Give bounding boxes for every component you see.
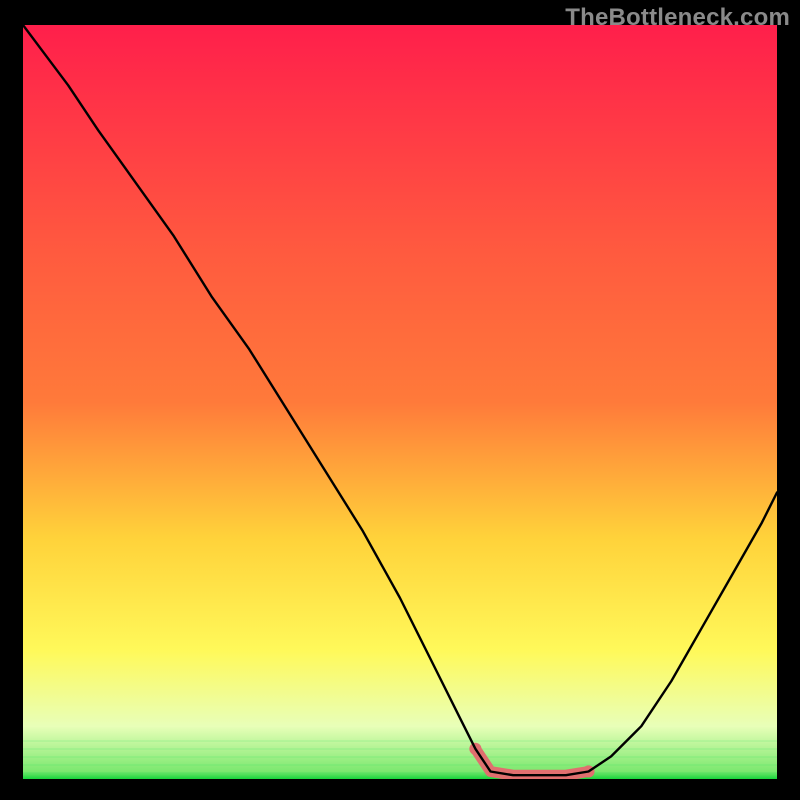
chart-frame: TheBottleneck.com bbox=[0, 0, 800, 800]
chart-svg bbox=[23, 25, 777, 779]
chart-plot-area bbox=[23, 25, 777, 779]
watermark-text: TheBottleneck.com bbox=[565, 4, 790, 32]
